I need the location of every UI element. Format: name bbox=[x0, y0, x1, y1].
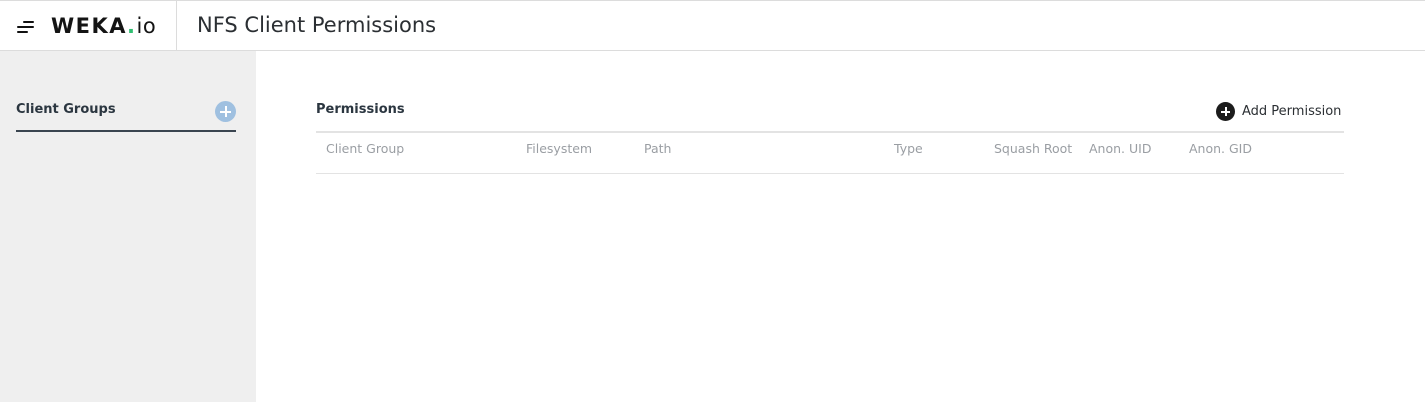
table-header-divider bbox=[316, 173, 1344, 174]
permissions-section-title: Permissions bbox=[316, 102, 405, 117]
client-groups-sidebar: Client Groups bbox=[0, 51, 256, 402]
logo-io-text: io bbox=[136, 14, 157, 38]
page-title: NFS Client Permissions bbox=[197, 13, 437, 37]
header-divider bbox=[176, 1, 177, 51]
column-header-type[interactable]: Type bbox=[894, 141, 923, 156]
app-root: WEKA. io NFS Client Permissions Client Gr… bbox=[0, 0, 1425, 402]
add-client-group-button[interactable] bbox=[215, 101, 236, 122]
logo-dot: . bbox=[127, 14, 137, 38]
hamburger-menu-icon[interactable] bbox=[17, 20, 35, 34]
column-header-anon-uid[interactable]: Anon. UID bbox=[1089, 141, 1151, 156]
top-header: WEKA. io NFS Client Permissions bbox=[0, 0, 1425, 51]
column-header-squash-root[interactable]: Squash Root bbox=[994, 141, 1072, 156]
logo-main-text: WEKA bbox=[51, 14, 128, 38]
column-header-path[interactable]: Path bbox=[644, 141, 671, 156]
permissions-table-header: Client Group Filesystem Path Type Squash… bbox=[316, 133, 1344, 173]
main-content: Permissions Add Permission Client Group … bbox=[256, 51, 1425, 402]
sidebar-title-underline bbox=[16, 130, 236, 132]
column-header-client-group[interactable]: Client Group bbox=[326, 141, 404, 156]
weka-logo[interactable]: WEKA. io bbox=[51, 12, 156, 40]
client-groups-title: Client Groups bbox=[16, 102, 116, 117]
plus-circle-icon bbox=[1216, 102, 1235, 121]
add-permission-button[interactable]: Add Permission bbox=[1216, 101, 1341, 122]
column-header-anon-gid[interactable]: Anon. GID bbox=[1189, 141, 1252, 156]
add-permission-label: Add Permission bbox=[1242, 104, 1342, 119]
column-header-filesystem[interactable]: Filesystem bbox=[526, 141, 592, 156]
